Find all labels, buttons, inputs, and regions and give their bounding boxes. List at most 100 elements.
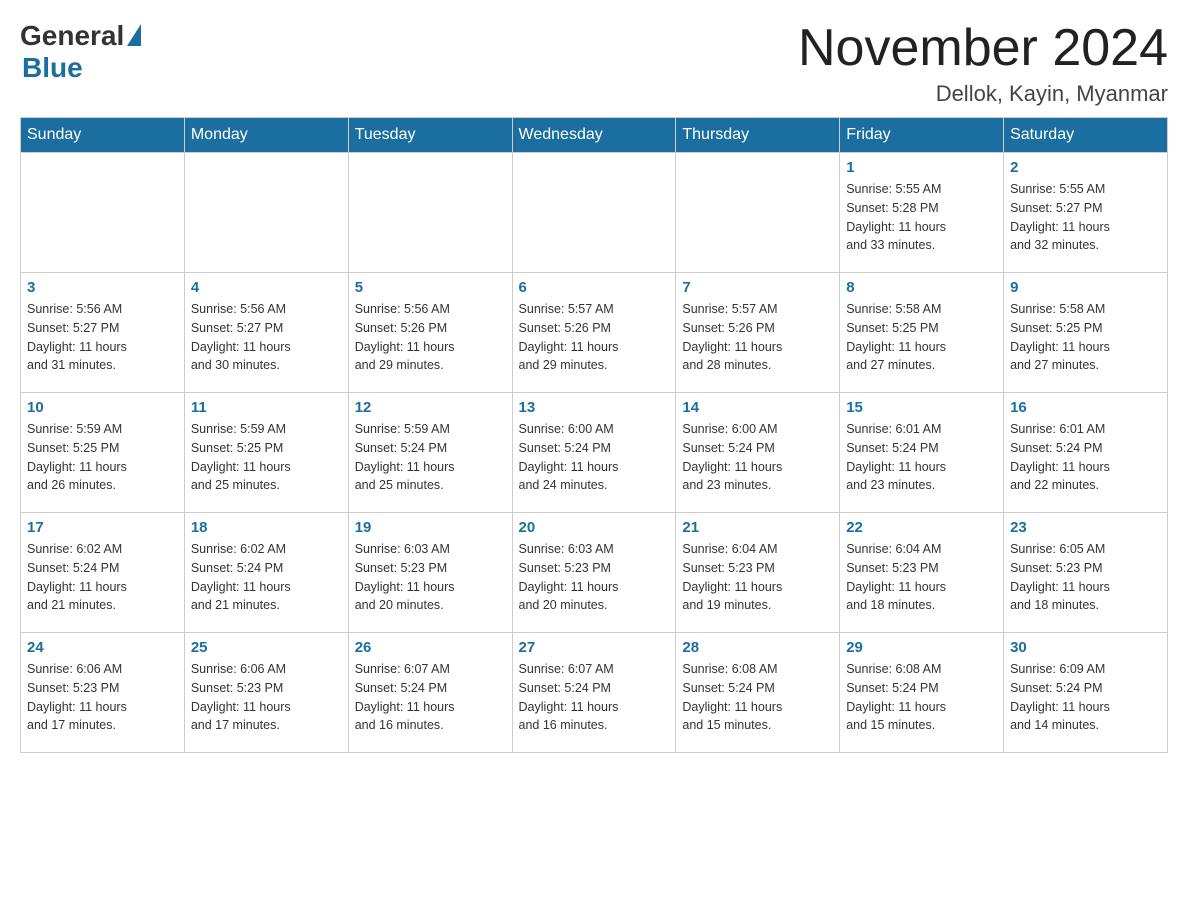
calendar-cell: 25Sunrise: 6:06 AMSunset: 5:23 PMDayligh… (184, 633, 348, 753)
calendar-cell: 6 Sunrise: 5:57 AMSunset: 5:26 PMDaylight… (512, 273, 676, 393)
day-info: Sunrise: 6:02 AMSunset: 5:24 PMDaylight:… (191, 540, 342, 615)
weekday-header-thursday: Thursday (676, 118, 840, 153)
day-number: 27 (519, 639, 670, 656)
calendar-cell: 27 Sunrise: 6:07 AMSunset: 5:24 PMDayligh… (512, 633, 676, 753)
calendar-cell: 11Sunrise: 5:59 AMSunset: 5:25 PMDayligh… (184, 393, 348, 513)
day-number: 29 (846, 639, 997, 656)
day-number: 16 (1010, 399, 1161, 416)
calendar-cell: 13Sunrise: 6:00 AMSunset: 5:24 PMDayligh… (512, 393, 676, 513)
calendar-cell (21, 153, 185, 273)
day-info: Sunrise: 6:09 AMSunset: 5:24 PMDaylight:… (1010, 660, 1161, 735)
day-number: 2 (1010, 159, 1161, 176)
day-number: 12 (355, 399, 506, 416)
day-info: Sunrise: 6:07 AMSunset: 5:24 PMDaylight:… (355, 660, 506, 735)
day-number: 28 (682, 639, 833, 656)
day-info: Sunrise: 6:02 AMSunset: 5:24 PMDaylight:… (27, 540, 178, 615)
calendar-cell (512, 153, 676, 273)
day-info: Sunrise: 5:57 AMSunset: 5:26 PMDaylight:… (519, 300, 670, 375)
day-info: Sunrise: 6:03 AMSunset: 5:23 PMDaylight:… (519, 540, 670, 615)
day-number: 21 (682, 519, 833, 536)
calendar-cell: 29 Sunrise: 6:08 AMSunset: 5:24 PMDayligh… (840, 633, 1004, 753)
day-info: Sunrise: 6:08 AMSunset: 5:24 PMDaylight:… (682, 660, 833, 735)
day-number: 25 (191, 639, 342, 656)
calendar-cell: 23 Sunrise: 6:05 AMSunset: 5:23 PMDayligh… (1004, 513, 1168, 633)
day-info: Sunrise: 5:58 AMSunset: 5:25 PMDaylight:… (1010, 300, 1161, 375)
day-number: 13 (519, 399, 670, 416)
calendar-cell: 21Sunrise: 6:04 AMSunset: 5:23 PMDayligh… (676, 513, 840, 633)
calendar-cell: 15 Sunrise: 6:01 AMSunset: 5:24 PMDayligh… (840, 393, 1004, 513)
day-number: 18 (191, 519, 342, 536)
calendar-cell: 30 Sunrise: 6:09 AMSunset: 5:24 PMDayligh… (1004, 633, 1168, 753)
day-info: Sunrise: 5:59 AMSunset: 5:24 PMDaylight:… (355, 420, 506, 495)
day-number: 9 (1010, 279, 1161, 296)
day-number: 22 (846, 519, 997, 536)
calendar-cell: 1 Sunrise: 5:55 AMSunset: 5:28 PMDaylight… (840, 153, 1004, 273)
week-row-1: 1 Sunrise: 5:55 AMSunset: 5:28 PMDaylight… (21, 153, 1168, 273)
logo-blue-text: Blue (22, 52, 83, 84)
calendar-cell: 24Sunrise: 6:06 AMSunset: 5:23 PMDayligh… (21, 633, 185, 753)
day-info: Sunrise: 5:59 AMSunset: 5:25 PMDaylight:… (27, 420, 178, 495)
calendar-cell: 8 Sunrise: 5:58 AMSunset: 5:25 PMDaylight… (840, 273, 1004, 393)
day-number: 6 (519, 279, 670, 296)
day-number: 15 (846, 399, 997, 416)
day-number: 17 (27, 519, 178, 536)
day-info: Sunrise: 5:58 AMSunset: 5:25 PMDaylight:… (846, 300, 997, 375)
day-number: 20 (519, 519, 670, 536)
calendar-cell (184, 153, 348, 273)
day-number: 10 (27, 399, 178, 416)
page-header: General Blue November 2024 Dellok, Kayin… (20, 20, 1168, 107)
calendar-cell: 16Sunrise: 6:01 AMSunset: 5:24 PMDayligh… (1004, 393, 1168, 513)
calendar-cell: 20 Sunrise: 6:03 AMSunset: 5:23 PMDayligh… (512, 513, 676, 633)
week-row-3: 10 Sunrise: 5:59 AMSunset: 5:25 PMDayligh… (21, 393, 1168, 513)
day-number: 4 (191, 279, 342, 296)
calendar-cell: 22 Sunrise: 6:04 AMSunset: 5:23 PMDayligh… (840, 513, 1004, 633)
weekday-header-friday: Friday (840, 118, 1004, 153)
weekday-header-row: SundayMondayTuesdayWednesdayThursdayFrid… (21, 118, 1168, 153)
day-info: Sunrise: 6:07 AMSunset: 5:24 PMDaylight:… (519, 660, 670, 735)
day-number: 26 (355, 639, 506, 656)
calendar-cell: 3Sunrise: 5:56 AMSunset: 5:27 PMDaylight… (21, 273, 185, 393)
day-number: 3 (27, 279, 178, 296)
calendar-cell: 5 Sunrise: 5:56 AMSunset: 5:26 PMDaylight… (348, 273, 512, 393)
day-info: Sunrise: 5:56 AMSunset: 5:26 PMDaylight:… (355, 300, 506, 375)
calendar-cell: 28 Sunrise: 6:08 AMSunset: 5:24 PMDayligh… (676, 633, 840, 753)
day-info: Sunrise: 6:05 AMSunset: 5:23 PMDaylight:… (1010, 540, 1161, 615)
weekday-header-saturday: Saturday (1004, 118, 1168, 153)
calendar-table: SundayMondayTuesdayWednesdayThursdayFrid… (20, 117, 1168, 753)
calendar-cell: 19Sunrise: 6:03 AMSunset: 5:23 PMDayligh… (348, 513, 512, 633)
day-number: 11 (191, 399, 342, 416)
logo-triangle-icon (127, 24, 141, 46)
day-info: Sunrise: 5:57 AMSunset: 5:26 PMDaylight:… (682, 300, 833, 375)
calendar-cell: 12 Sunrise: 5:59 AMSunset: 5:24 PMDayligh… (348, 393, 512, 513)
day-number: 5 (355, 279, 506, 296)
weekday-header-monday: Monday (184, 118, 348, 153)
calendar-cell: 14Sunrise: 6:00 AMSunset: 5:24 PMDayligh… (676, 393, 840, 513)
month-title: November 2024 (798, 20, 1168, 77)
day-number: 30 (1010, 639, 1161, 656)
day-info: Sunrise: 6:04 AMSunset: 5:23 PMDaylight:… (846, 540, 997, 615)
weekday-header-sunday: Sunday (21, 118, 185, 153)
day-info: Sunrise: 6:03 AMSunset: 5:23 PMDaylight:… (355, 540, 506, 615)
calendar-cell: 10 Sunrise: 5:59 AMSunset: 5:25 PMDayligh… (21, 393, 185, 513)
day-number: 23 (1010, 519, 1161, 536)
calendar-cell: 4Sunrise: 5:56 AMSunset: 5:27 PMDaylight… (184, 273, 348, 393)
location-title: Dellok, Kayin, Myanmar (798, 81, 1168, 107)
calendar-cell: 26 Sunrise: 6:07 AMSunset: 5:24 PMDayligh… (348, 633, 512, 753)
day-number: 1 (846, 159, 997, 176)
weekday-header-wednesday: Wednesday (512, 118, 676, 153)
title-area: November 2024 Dellok, Kayin, Myanmar (798, 20, 1168, 107)
day-info: Sunrise: 6:00 AMSunset: 5:24 PMDaylight:… (682, 420, 833, 495)
calendar-cell (676, 153, 840, 273)
day-info: Sunrise: 5:55 AMSunset: 5:28 PMDaylight:… (846, 180, 997, 255)
week-row-2: 3Sunrise: 5:56 AMSunset: 5:27 PMDaylight… (21, 273, 1168, 393)
logo: General Blue (20, 20, 141, 84)
day-info: Sunrise: 6:01 AMSunset: 5:24 PMDaylight:… (846, 420, 997, 495)
week-row-4: 17 Sunrise: 6:02 AMSunset: 5:24 PMDayligh… (21, 513, 1168, 633)
calendar-cell: 17 Sunrise: 6:02 AMSunset: 5:24 PMDayligh… (21, 513, 185, 633)
weekday-header-tuesday: Tuesday (348, 118, 512, 153)
day-info: Sunrise: 6:08 AMSunset: 5:24 PMDaylight:… (846, 660, 997, 735)
calendar-cell: 2 Sunrise: 5:55 AMSunset: 5:27 PMDaylight… (1004, 153, 1168, 273)
day-info: Sunrise: 5:55 AMSunset: 5:27 PMDaylight:… (1010, 180, 1161, 255)
day-number: 8 (846, 279, 997, 296)
day-number: 7 (682, 279, 833, 296)
